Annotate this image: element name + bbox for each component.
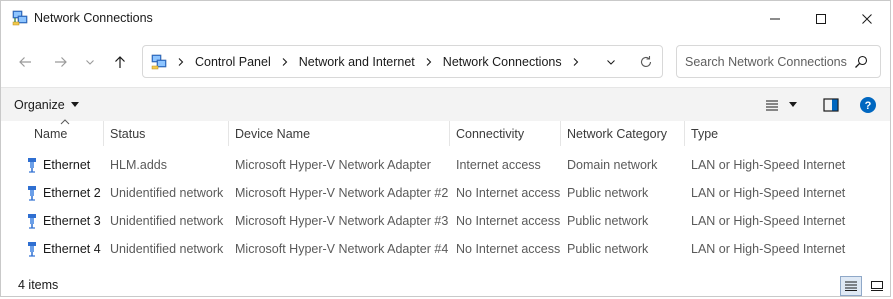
cell-network-category: Public network <box>567 242 649 256</box>
close-icon <box>862 14 872 24</box>
command-bar: Organize ? <box>1 87 890 121</box>
cell-connectivity: No Internet access <box>456 186 561 200</box>
ethernet-adapter-icon <box>28 214 36 229</box>
chevron-right-icon[interactable] <box>568 46 584 77</box>
cell-device-name: Microsoft Hyper-V Network Adapter #3 <box>235 214 449 228</box>
ethernet-adapter-icon <box>28 186 36 201</box>
cell-device-name: Microsoft Hyper-V Network Adapter #2 <box>235 186 449 200</box>
column-headers: Name Status Device Name Connectivity Net… <box>1 119 890 146</box>
cell-connectivity: No Internet access <box>456 242 561 256</box>
preview-pane-icon <box>823 98 839 112</box>
large-icons-view-icon <box>871 281 883 291</box>
change-view-button[interactable] <box>765 96 807 114</box>
cell-status: Unidentified network <box>110 214 224 228</box>
cell-name: Ethernet 4 <box>43 242 101 256</box>
item-count: 4 items <box>18 278 59 292</box>
cell-network-category: Public network <box>567 186 649 200</box>
cell-type: LAN or High-Speed Internet <box>691 242 846 256</box>
column-header-network-category[interactable]: Network Category <box>561 121 685 146</box>
arrow-right-icon <box>55 57 67 67</box>
address-row: Control Panel Network and Internet Netwo… <box>1 37 890 87</box>
maximize-button[interactable] <box>798 1 844 37</box>
search-icon[interactable] <box>853 54 869 70</box>
chevron-right-icon[interactable] <box>173 46 189 77</box>
control-panel-icon <box>151 54 167 70</box>
large-icons-view-button[interactable] <box>866 276 888 296</box>
ethernet-adapter-icon <box>28 242 36 257</box>
preview-pane-button[interactable] <box>821 96 841 114</box>
forward-button[interactable] <box>48 49 74 75</box>
table-row[interactable]: Ethernet HLM.adds Microsoft Hyper-V Networ… <box>18 151 848 179</box>
cell-device-name: Microsoft Hyper-V Network Adapter <box>235 158 431 172</box>
breadcrumb-network-connections[interactable]: Network Connections <box>437 55 568 69</box>
search-input[interactable] <box>685 53 850 71</box>
up-button[interactable] <box>107 49 133 75</box>
column-header-status[interactable]: Status <box>104 121 229 146</box>
column-header-device-name[interactable]: Device Name <box>229 121 450 146</box>
explorer-window: Network Connections Control Panel Networ… <box>0 0 891 297</box>
minimize-icon <box>770 18 780 20</box>
cell-connectivity: Internet access <box>456 158 541 172</box>
details-view-icon <box>845 281 857 291</box>
sort-ascending-icon <box>60 119 70 125</box>
cell-type: LAN or High-Speed Internet <box>691 214 846 228</box>
cell-status: Unidentified network <box>110 242 224 256</box>
column-header-connectivity[interactable]: Connectivity <box>450 121 561 146</box>
table-row[interactable]: Ethernet 2 Unidentified network Microsoft … <box>18 179 848 207</box>
network-connections-icon <box>12 10 28 26</box>
status-bar: 4 items <box>1 273 890 297</box>
back-button[interactable] <box>12 49 38 75</box>
cell-network-category: Public network <box>567 214 649 228</box>
cell-status: HLM.adds <box>110 158 167 172</box>
breadcrumb: Control Panel Network and Internet Netwo… <box>173 46 584 77</box>
cell-status: Unidentified network <box>110 186 224 200</box>
organize-label: Organize <box>14 98 65 112</box>
search-box[interactable] <box>676 45 881 78</box>
cell-type: LAN or High-Speed Internet <box>691 158 846 172</box>
column-header-name[interactable]: Name <box>28 119 104 146</box>
cell-name: Ethernet <box>43 158 91 172</box>
list-view-icon <box>766 100 778 111</box>
chevron-down-icon <box>86 60 94 65</box>
refresh-icon <box>640 56 652 67</box>
help-icon[interactable]: ? <box>859 96 877 114</box>
breadcrumb-network-and-internet[interactable]: Network and Internet <box>293 55 421 69</box>
address-history-button[interactable] <box>601 53 621 71</box>
chevron-down-icon <box>607 60 615 65</box>
refresh-button[interactable] <box>635 52 657 72</box>
ethernet-adapter-icon <box>28 158 36 173</box>
breadcrumb-control-panel[interactable]: Control Panel <box>189 55 277 69</box>
maximize-icon <box>816 14 826 24</box>
chevron-right-icon[interactable] <box>421 46 437 77</box>
caret-down-icon <box>789 102 797 107</box>
organize-menu[interactable]: Organize <box>14 96 79 114</box>
details-view-button[interactable] <box>840 276 862 296</box>
cell-device-name: Microsoft Hyper-V Network Adapter #4 <box>235 242 449 256</box>
recent-locations-button[interactable] <box>80 49 100 75</box>
cell-type: LAN or High-Speed Internet <box>691 186 846 200</box>
caret-down-icon <box>70 102 79 107</box>
cell-connectivity: No Internet access <box>456 214 561 228</box>
title-bar[interactable]: Network Connections <box>1 1 890 37</box>
table-row[interactable]: Ethernet 3 Unidentified network Microsoft … <box>18 207 848 235</box>
minimize-button[interactable] <box>752 1 798 37</box>
table-row[interactable]: Ethernet 4 Unidentified network Microsoft … <box>18 235 848 263</box>
svg-text:?: ? <box>865 100 872 112</box>
arrow-up-icon <box>115 56 125 68</box>
cell-name: Ethernet 3 <box>43 214 101 228</box>
arrow-left-icon <box>19 57 31 67</box>
cell-network-category: Domain network <box>567 158 658 172</box>
column-header-type[interactable]: Type <box>685 121 855 146</box>
close-button[interactable] <box>844 1 890 37</box>
cell-name: Ethernet 2 <box>43 186 101 200</box>
address-bar[interactable]: Control Panel Network and Internet Netwo… <box>142 45 663 78</box>
window-title: Network Connections <box>34 11 153 25</box>
chevron-right-icon[interactable] <box>277 46 293 77</box>
